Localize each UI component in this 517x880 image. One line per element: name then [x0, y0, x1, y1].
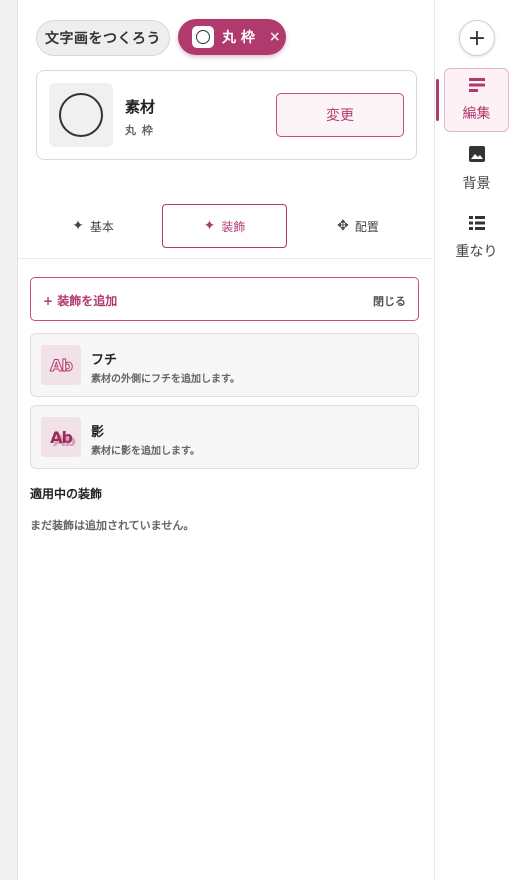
close-icon[interactable]: × [269, 29, 281, 45]
material-chip-active[interactable]: 丸 枠 × [178, 19, 286, 55]
rail-item-background[interactable]: 背景 [444, 137, 509, 201]
decoration-option-shadow[interactable]: Ab 影 素材に影を追加します。 [30, 405, 419, 469]
decoration-option-outline[interactable]: Ab フチ 素材の外側にフチを追加します。 [30, 333, 419, 397]
right-nav-rail: + 編集 背景 重なり [436, 0, 517, 880]
add-decoration-button[interactable]: + 装飾を追加 [43, 292, 117, 309]
layers-list-icon [468, 215, 486, 235]
material-name: 丸 枠 [125, 124, 154, 137]
circle-frame-thumb-icon [192, 26, 214, 48]
tab-placement[interactable]: ✥ 配置 [313, 204, 403, 248]
tab-placement-label: 配置 [354, 219, 379, 234]
decoration-option-title: 影 [91, 425, 105, 440]
text-art-chip-label: 文字画をつくろう [45, 31, 161, 47]
sparkle-icon: ✦ [72, 218, 84, 234]
add-button[interactable]: + [459, 20, 495, 56]
tab-decoration-label: 装飾 [221, 219, 246, 234]
empty-decorations-message: まだ装飾は追加されていません。 [30, 519, 195, 532]
rail-item-label: 編集 [462, 106, 491, 122]
move-icon: ✥ [337, 218, 349, 234]
editor-panel: 文字画をつくろう 丸 枠 × 素材 丸 枠 変更 ✦ 基本 ✦ 装飾 ✥ 配置 … [18, 0, 435, 880]
circle-frame-icon [59, 93, 103, 137]
tab-bar: ✦ 基本 ✦ 装飾 ✥ 配置 [18, 204, 435, 259]
close-decoration-button[interactable]: 閉じる [373, 293, 406, 309]
material-card: 素材 丸 枠 変更 [36, 70, 417, 160]
change-material-button[interactable]: 変更 [276, 93, 404, 137]
shadow-text-icon: Ab [41, 417, 81, 457]
tab-decoration[interactable]: ✦ 装飾 [162, 204, 287, 248]
material-title: 素材 [125, 98, 156, 116]
decoration-option-description: 素材の外側にフチを追加します。 [91, 374, 240, 385]
decoration-option-description: 素材に影を追加します。 [91, 446, 200, 457]
text-art-chip[interactable]: 文字画をつくろう [36, 20, 170, 56]
rail-item-layers[interactable]: 重なり [444, 206, 509, 270]
applied-decorations-heading: 適用中の装飾 [30, 487, 103, 501]
rail-item-edit[interactable]: 編集 [444, 68, 509, 132]
left-edge-panel [0, 0, 18, 880]
material-preview [49, 83, 113, 147]
rail-item-label: 背景 [462, 176, 491, 192]
decoration-option-title: フチ [91, 353, 118, 368]
active-indicator [436, 79, 439, 121]
material-chip-label: 丸 枠 [222, 30, 255, 46]
tab-basic[interactable]: ✦ 基本 [48, 204, 138, 248]
sparkle-icon: ✦ [203, 218, 216, 234]
image-icon [468, 145, 486, 167]
rail-item-label: 重なり [455, 244, 498, 260]
edit-text-icon [468, 77, 486, 97]
tab-basic-label: 基本 [89, 219, 114, 234]
add-decoration-bar: + 装飾を追加 閉じる [30, 277, 419, 321]
outline-text-icon: Ab [41, 345, 81, 385]
